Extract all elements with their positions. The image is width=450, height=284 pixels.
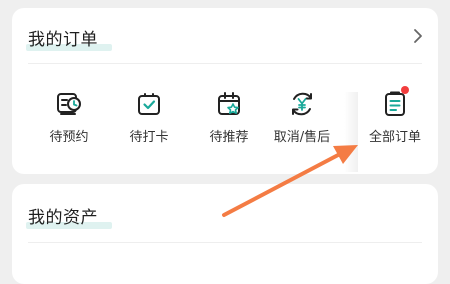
order-item-label: 待预约 [49,130,89,145]
order-item-label: 待打卡 [129,130,169,145]
scroll-fade-divider [344,92,358,172]
order-cancel-aftersale[interactable]: 取消/售后 [265,90,339,145]
divider [28,63,422,64]
order-item-label: 待推荐 [209,130,249,145]
order-pending-checkin[interactable]: 待打卡 [112,90,186,145]
checkin-bag-icon [138,93,160,115]
my-assets-title: 我的资产 [28,208,98,228]
order-item-label: 全部订单 [368,130,421,145]
order-all-orders[interactable]: 全部订单 [358,86,432,145]
my-assets-card: 我的资产 [12,184,438,284]
calendar-star-icon [218,92,240,115]
refund-yen-icon [292,92,312,116]
order-pending-appointment[interactable]: 待预约 [32,90,106,145]
chevron-right-icon[interactable] [412,28,424,44]
divider [28,242,422,243]
notification-dot [401,86,409,94]
order-item-label: 取消/售后 [273,130,331,145]
order-pending-recommend[interactable]: 待推荐 [192,90,266,145]
calendar-clock-icon [57,93,81,115]
my-orders-title: 我的订单 [28,30,98,50]
my-orders-card: 我的订单 待预约 待打卡 待推荐 取消/售后 全部订单 [12,8,438,174]
order-list-icon [385,91,405,116]
